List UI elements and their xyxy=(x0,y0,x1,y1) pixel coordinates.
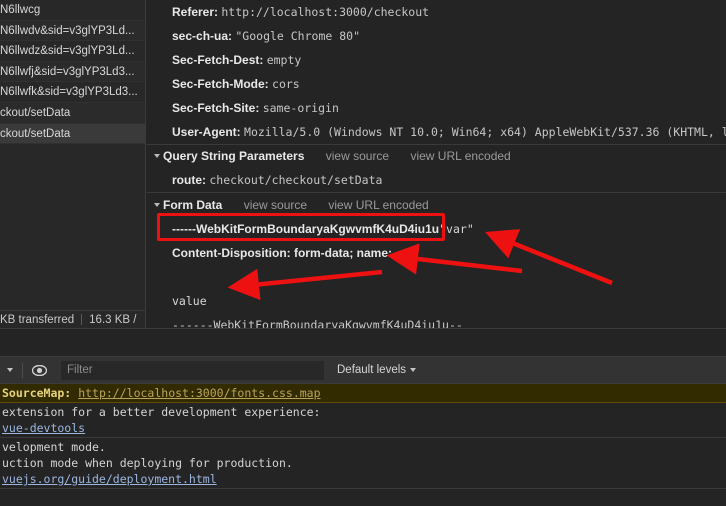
chevron-down-icon xyxy=(410,368,417,372)
console-message-list: SourceMap: http://localhost:3000/fonts.c… xyxy=(0,384,726,506)
network-status-bar: KB transferred 16.3 KB / xyxy=(0,310,146,328)
param-value: checkout/checkout/setData xyxy=(209,173,383,187)
header-row: Sec-Fetch-Dest: empty xyxy=(147,48,726,72)
message-line: extension for a better development exper… xyxy=(2,405,321,419)
request-name: N6llwdz&sid=v3glYP3Ld... xyxy=(0,45,135,58)
network-panel: N6llwcg N6llwdv&sid=v3glYP3Ld... N6llwdz… xyxy=(0,0,726,328)
view-url-encoded-link[interactable]: view URL encoded xyxy=(410,149,510,163)
section-title: Form Data xyxy=(163,198,223,212)
request-name: N6llwdv&sid=v3glYP3Ld... xyxy=(0,24,135,37)
header-row: sec-ch-ua: "Google Chrome 80" xyxy=(147,24,726,48)
headers-detail-pane: Referer: http://localhost:3000/checkout … xyxy=(147,0,726,328)
transferred-label: KB transferred xyxy=(0,313,75,326)
form-data-boundary-open-row: ------WebKitFormBoundaryaKgwvmfK4uD4iu1u… xyxy=(147,217,726,241)
form-spacer-row xyxy=(147,265,726,289)
list-item[interactable]: ckout/setData xyxy=(0,102,145,124)
list-item[interactable]: N6llwdz&sid=v3glYP3Ld... xyxy=(0,41,145,62)
panel-splitter[interactable] xyxy=(0,328,726,356)
form-value-text: value xyxy=(172,294,207,308)
console-message-info: velopment mode. uction mode when deployi… xyxy=(0,438,726,489)
toolbar-divider xyxy=(22,362,23,378)
status-divider xyxy=(81,314,83,325)
header-value: cors xyxy=(272,77,300,91)
message-line: velopment mode. xyxy=(2,440,106,454)
form-content-disposition-row: Content-Disposition: form-data; name: xyxy=(147,241,726,265)
view-source-link[interactable]: view source xyxy=(244,198,307,212)
request-name: N6llwcg xyxy=(0,4,41,16)
chevron-down-icon[interactable] xyxy=(154,202,160,207)
chevron-down-icon[interactable] xyxy=(154,153,160,158)
query-param-row: route: checkout/checkout/setData xyxy=(147,168,726,192)
form-boundary-open: ------WebKitFormBoundaryaKgwvmfK4uD4iu1u xyxy=(172,222,440,236)
list-item[interactable]: N6llwdv&sid=v3glYP3Ld... xyxy=(0,20,145,42)
console-sidebar-toggle-icon[interactable] xyxy=(0,367,20,373)
header-name: Sec-Fetch-Dest: xyxy=(172,53,264,67)
list-item[interactable]: N6llwfk&sid=v3glYP3Ld3... xyxy=(0,82,145,103)
header-row: Sec-Fetch-Site: same-origin xyxy=(147,96,726,120)
filter-input[interactable] xyxy=(61,360,324,380)
sourcemap-label: SourceMap: xyxy=(2,386,72,400)
header-row-user-agent: User-Agent: Mozilla/5.0 (Windows NT 10.0… xyxy=(147,120,726,144)
header-value: same-origin xyxy=(262,101,339,115)
message-line: uction mode when deploying for productio… xyxy=(2,456,293,470)
form-data-section-header[interactable]: Form Data view source view URL encoded xyxy=(147,194,726,217)
resources-label: 16.3 KB / xyxy=(89,313,137,326)
divider xyxy=(147,192,726,193)
query-string-section-header[interactable]: Query String Parameters view source view… xyxy=(147,145,726,168)
header-name: Referer: xyxy=(172,5,219,19)
console-empty-row xyxy=(0,489,726,506)
param-name: route: xyxy=(172,173,206,187)
request-name: ckout/setData xyxy=(0,127,71,140)
eye-icon[interactable] xyxy=(25,364,53,376)
header-name: User-Agent: xyxy=(172,125,241,139)
header-row: Sec-Fetch-Mode: cors xyxy=(147,72,726,96)
console-panel: Default levels SourceMap: http://localho… xyxy=(0,356,726,506)
view-source-link[interactable]: view source xyxy=(326,149,389,163)
request-name: N6llwfj&sid=v3glYP3Ld3... xyxy=(0,65,135,78)
header-name: Sec-Fetch-Mode: xyxy=(172,77,269,91)
console-toolbar: Default levels xyxy=(0,357,726,384)
network-request-list[interactable]: N6llwcg N6llwdv&sid=v3glYP3Ld... N6llwdz… xyxy=(0,0,146,310)
view-url-encoded-link[interactable]: view URL encoded xyxy=(328,198,428,212)
eye-glyph xyxy=(31,364,47,376)
form-data-boundary-close-row: ------WebKitFormBoundaryaKgwvmfK4uD4iu1u… xyxy=(147,313,726,328)
header-value: http://localhost:3000/checkout xyxy=(221,5,430,19)
request-name: ckout/setData xyxy=(0,106,71,119)
console-message-warning: SourceMap: http://localhost:3000/fonts.c… xyxy=(0,384,726,403)
list-item-selected[interactable]: ckout/setData xyxy=(0,123,145,145)
form-boundary-close: ------WebKitFormBoundaryaKgwvmfK4uD4iu1u… xyxy=(172,318,463,328)
devtools-window: N6llwcg N6llwdv&sid=v3glYP3Ld... N6llwdz… xyxy=(0,0,726,506)
vue-deployment-link[interactable]: vuejs.org/guide/deployment.html xyxy=(2,471,726,487)
sourcemap-link[interactable]: http://localhost:3000/fonts.css.map xyxy=(78,386,320,400)
log-level-select[interactable]: Default levels xyxy=(337,364,417,376)
section-title: Query String Parameters xyxy=(163,149,305,163)
list-item[interactable]: N6llwcg xyxy=(0,0,145,21)
header-value: Mozilla/5.0 (Windows NT 10.0; Win64; x64… xyxy=(244,125,726,139)
console-message-info: extension for a better development exper… xyxy=(0,403,726,438)
content-disposition-text: Content-Disposition: form-data; name: xyxy=(172,246,392,260)
form-var-label: "var" xyxy=(439,222,474,236)
header-name: sec-ch-ua: xyxy=(172,29,233,43)
request-name: N6llwfk&sid=v3glYP3Ld3... xyxy=(0,86,138,99)
vue-devtools-link[interactable]: vue-devtools xyxy=(2,420,726,436)
header-row: Referer: http://localhost:3000/checkout xyxy=(147,0,726,24)
form-value-row: value xyxy=(147,289,726,313)
header-value: empty xyxy=(266,53,302,67)
header-value: "Google Chrome 80" xyxy=(235,29,360,43)
list-item[interactable]: N6llwfj&sid=v3glYP3Ld3... xyxy=(0,61,145,83)
log-level-label: Default levels xyxy=(337,364,407,376)
header-name: Sec-Fetch-Site: xyxy=(172,101,260,115)
